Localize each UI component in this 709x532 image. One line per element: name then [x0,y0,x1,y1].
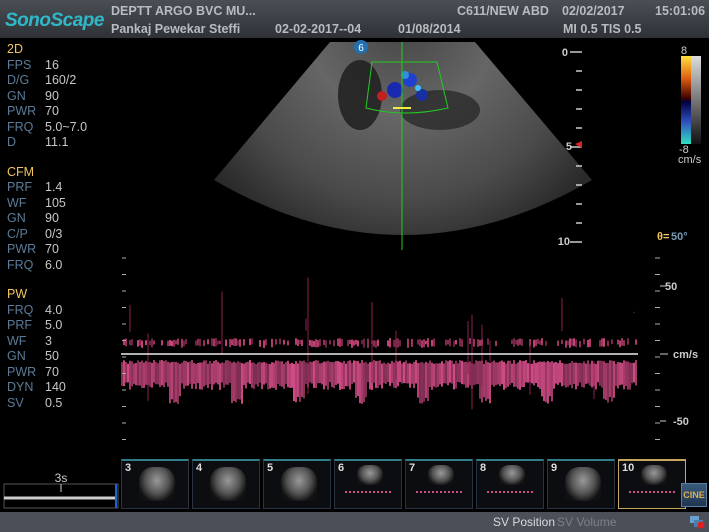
footer-bar: SV Position SV Volume [0,512,709,532]
thumbnail-number: 4 [196,462,203,474]
thumbnail-image [499,465,525,485]
cine-thumbnail[interactable]: 4 [192,459,260,509]
thumbnail-image [357,465,383,485]
cine-thumbnail[interactable]: 9 [547,459,615,509]
depth-label-10: 10 [558,236,570,248]
cine-thumbnail[interactable]: 6 [334,459,402,509]
thumbnail-image [428,465,454,485]
thumbnail-image [139,467,175,501]
spectrum-label-lower: -50 [673,416,689,428]
color-bar-max: 8 [681,45,687,57]
sv-volume-button[interactable]: SV Volume [557,515,616,529]
thumbnail-waveform [416,491,462,495]
imaging-area: 6 0 5 10 8 -8 cm/s θ= 50° 50 cm/s -50 3s [3,40,702,509]
depth-label-5: 5 [566,141,572,153]
cine-thumbnail[interactable]: 8 [476,459,544,509]
thumbnail-image [281,467,317,501]
thumbnail-number: 8 [480,462,487,474]
sv-position-button[interactable]: SV Position [493,515,555,529]
time-scale [3,483,119,509]
spectrum-scale [122,257,668,440]
cine-thumbnail[interactable]: 3 [121,459,189,509]
cine-thumbnail[interactable]: 7 [405,459,473,509]
cine-thumbnail[interactable]: 10 [618,459,686,509]
color-bar-unit: cm/s [678,154,702,166]
gray-bar [691,56,701,144]
thumbnail-number: 7 [409,462,416,474]
spectrum-label-upper: 50 [665,281,677,293]
cine-button[interactable]: CINE [681,483,707,507]
thumbnail-waveform [487,491,533,495]
spectrum-label-baseline: cm/s [673,349,698,361]
cine-thumbnails: 3 4 5 6 7 8 9 10 [121,459,686,509]
angle-symbol: θ= [657,231,669,243]
thumbnail-number: 5 [267,462,274,474]
thumbnail-number: 9 [551,462,558,474]
thumbnail-image [641,465,667,485]
cine-thumbnail[interactable]: 5 [263,459,331,509]
thumbnail-image [565,467,601,501]
depth-label-0: 0 [562,47,568,59]
thumbnail-waveform [629,491,675,495]
doppler-spectrum [121,277,637,410]
thumbnail-waveform [345,491,391,495]
thumbnail-number: 10 [622,462,635,474]
thumbnail-image [210,467,246,501]
anatomy-shadow [338,60,382,130]
focus-marker-label: 6 [358,43,364,54]
thumbnail-number: 6 [338,462,345,474]
angle-value: 50° [671,231,688,243]
color-bar [681,56,691,144]
thumbnail-number: 3 [125,462,132,474]
time-scale-label: 3s [55,471,68,485]
bmode-sector [214,42,592,235]
network-disconnected-icon [690,516,705,529]
